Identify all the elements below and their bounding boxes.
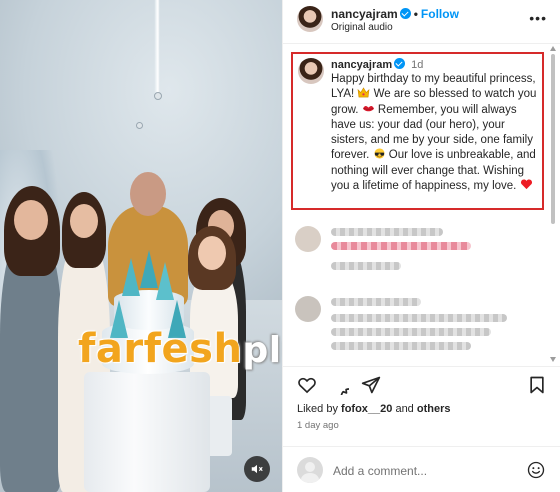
scroll-up-arrow[interactable] — [550, 46, 556, 51]
mute-button[interactable] — [244, 456, 270, 482]
follow-button[interactable]: Follow — [421, 7, 459, 21]
verified-badge-icon — [399, 8, 411, 19]
post-media[interactable]: farfeshplus.com — [0, 0, 282, 492]
action-bar — [283, 366, 560, 400]
heart-emoji — [520, 179, 532, 190]
blurred-comment-text — [331, 298, 421, 306]
cake-stand — [84, 372, 210, 492]
header-user-line: nancyajram • Follow — [331, 7, 459, 21]
blurred-comment-text — [331, 342, 471, 350]
comment-avatar — [295, 296, 321, 322]
watermark-suffix: plus.com — [242, 330, 282, 371]
bookmark-icon[interactable] — [527, 375, 547, 395]
blurred-comment-text — [331, 328, 491, 336]
comment-icon[interactable] — [329, 375, 349, 395]
header-username[interactable]: nancyajram — [331, 7, 398, 21]
liked-by-user[interactable]: fofox__20 — [341, 403, 392, 415]
avatar[interactable] — [298, 58, 324, 84]
heart-icon[interactable] — [297, 375, 317, 395]
cake-tree-decoration — [122, 258, 140, 296]
post-timestamp[interactable]: 1 day ago — [297, 420, 339, 431]
likes-summary: Liked by fofox__20 and others — [297, 403, 450, 415]
person-face — [70, 204, 98, 238]
person-face — [198, 236, 226, 270]
blurred-comment-text — [331, 242, 471, 250]
original-audio-link[interactable]: Original audio — [331, 22, 393, 33]
scroll-thumb[interactable] — [551, 54, 555, 224]
crown-emoji — [358, 87, 370, 98]
person-face — [14, 200, 48, 240]
caption-highlight: nancyajram 1d Happy birthday to my beauti… — [291, 52, 544, 210]
verified-badge-icon — [394, 58, 406, 69]
watermark-brand: farfesh — [78, 326, 243, 372]
blurred-comment-text — [331, 314, 507, 322]
caption-time: 1d — [411, 59, 424, 71]
lips-emoji — [362, 105, 374, 111]
blurred-comment-text — [331, 262, 401, 270]
mute-icon — [251, 464, 263, 474]
avatar — [297, 457, 323, 483]
post-header: nancyajram • Follow Original audio ••• — [283, 0, 560, 44]
caption-username[interactable]: nancyajram — [331, 59, 392, 71]
add-comment-bar: Add a comment... — [283, 446, 560, 492]
ornament-ball — [154, 92, 162, 100]
emoji-icon[interactable] — [527, 461, 545, 479]
likes-others-link[interactable]: others — [417, 403, 451, 415]
likes-prefix: Liked by — [297, 403, 342, 415]
caption-text: Happy birthday to my beautiful princess,… — [331, 72, 541, 194]
likes-joiner: and — [392, 403, 417, 415]
share-icon[interactable] — [361, 375, 381, 395]
post-side-panel: nancyajram • Follow Original audio ••• nan… — [282, 0, 560, 492]
scroll-down-arrow[interactable] — [550, 357, 556, 362]
comment-avatar — [295, 226, 321, 252]
add-comment-input[interactable]: Add a comment... — [333, 464, 427, 478]
person-face — [130, 172, 166, 216]
watermark-logo: farfeshplus.com — [78, 326, 282, 372]
blurred-comment-text — [331, 228, 443, 236]
hanging-ornament — [148, 0, 166, 95]
sunglasses-emoji — [374, 148, 385, 160]
more-options-button[interactable]: ••• — [529, 10, 547, 26]
cake-tree-decoration — [156, 262, 174, 300]
ornament-ball — [136, 122, 143, 129]
comments-scrollbar[interactable] — [550, 46, 556, 362]
caption-user-line: nancyajram 1d — [331, 58, 423, 71]
avatar[interactable] — [297, 6, 323, 32]
separator-dot: • — [413, 7, 418, 21]
